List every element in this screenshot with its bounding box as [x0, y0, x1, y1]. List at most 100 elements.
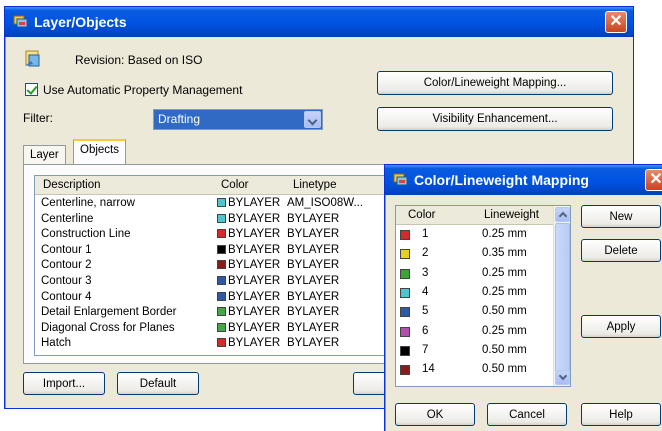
revision-text: Revision: Based on ISO	[75, 53, 203, 67]
delete-button[interactable]: Delete	[581, 239, 661, 262]
color-swatch	[400, 268, 410, 279]
col-mapping-color[interactable]: Color	[408, 209, 435, 221]
row-color-text: BYLAYER	[228, 259, 281, 272]
mapping-color: 2	[422, 247, 429, 260]
row-color: BYLAYER	[217, 306, 280, 318]
mapping-lineweight: 0.25 mm	[482, 228, 527, 240]
mapping-color: 7	[422, 343, 429, 356]
mapping-color: 1	[422, 228, 429, 240]
import-button[interactable]: Import...	[23, 372, 105, 395]
mapping-lineweight: 0.50 mm	[482, 343, 527, 356]
color-lineweight-mapping-button[interactable]: Color/Lineweight Mapping...	[377, 71, 613, 95]
color-swatch	[400, 287, 410, 298]
default-button[interactable]: Default	[117, 372, 199, 395]
color-swatch	[217, 291, 226, 301]
row-linetype: BYLAYER	[287, 275, 340, 287]
row-color-text: BYLAYER	[228, 197, 281, 209]
row-description: Construction Line	[41, 228, 131, 241]
mapping-color: 6	[422, 324, 429, 337]
row-description: Centerline, narrow	[41, 197, 135, 209]
row-color: BYLAYER	[217, 291, 280, 303]
mapping-color: 5	[422, 305, 429, 318]
help-button[interactable]: Help	[581, 403, 661, 426]
mapping-lineweight: 0.35 mm	[482, 247, 527, 260]
auto-property-label[interactable]: Use Automatic Property Management	[43, 83, 242, 97]
color-swatch	[217, 307, 226, 317]
list-item[interactable]: 4 0.25 mm	[396, 285, 553, 300]
row-description: Contour 1	[41, 243, 92, 256]
row-linetype: BYLAYER	[287, 337, 340, 350]
layers-icon	[393, 172, 409, 188]
row-color-text: BYLAYER	[228, 337, 281, 350]
dialog-title: Layer/Objects	[34, 14, 127, 30]
color-lineweight-mapping-dialog: Color/Lineweight Mapping ✕ Color Linewei…	[384, 164, 662, 431]
scroll-thumb[interactable]	[555, 223, 570, 373]
row-linetype: AM_ISO08W...	[287, 197, 364, 209]
mapping-list-header: Color Lineweight	[396, 206, 553, 225]
color-swatch	[217, 213, 226, 223]
scroll-down-icon[interactable]	[555, 370, 570, 385]
mapping-color: 14	[422, 363, 435, 376]
col-mapping-lineweight[interactable]: Lineweight	[484, 209, 539, 221]
mapping-dialog-title: Color/Lineweight Mapping	[414, 172, 589, 188]
new-button[interactable]: New	[581, 205, 661, 228]
list-item[interactable]: 2 0.35 mm	[396, 246, 553, 261]
list-item[interactable]: 14 0.50 mm	[396, 362, 553, 377]
color-swatch	[400, 230, 410, 240]
list-item[interactable]: 6 0.25 mm	[396, 324, 553, 339]
color-swatch	[217, 276, 226, 285]
scroll-up-icon[interactable]	[555, 207, 570, 222]
title-bar-mapping[interactable]: Color/Lineweight Mapping ✕	[385, 165, 662, 195]
title-bar[interactable]: Layer/Objects ✕	[5, 7, 633, 37]
mapping-scrollbar[interactable]	[553, 206, 570, 386]
color-swatch	[217, 260, 226, 270]
close-button[interactable]: ✕	[645, 169, 662, 191]
list-item[interactable]: 5 0.50 mm	[396, 304, 553, 319]
chevron-down-icon[interactable]	[304, 111, 321, 128]
row-color: BYLAYER	[217, 275, 280, 287]
row-linetype: BYLAYER	[287, 212, 340, 225]
mapping-lineweight: 0.25 mm	[482, 324, 527, 337]
row-color-text: BYLAYER	[228, 290, 281, 303]
ok-button[interactable]: OK	[395, 403, 475, 426]
auto-property-checkbox[interactable]	[25, 83, 38, 96]
color-swatch	[217, 338, 226, 348]
tab-layer[interactable]: Layer	[23, 145, 66, 165]
color-swatch	[400, 249, 410, 260]
row-linetype: BYLAYER	[287, 306, 340, 319]
row-color-text: BYLAYER	[228, 228, 281, 241]
row-color: BYLAYER	[217, 228, 280, 240]
cancel-button[interactable]: Cancel	[487, 403, 567, 426]
row-description: Diagonal Cross for Planes	[41, 321, 175, 334]
standard-icon	[23, 49, 43, 69]
col-description[interactable]: Description	[43, 179, 101, 191]
apply-button[interactable]: Apply	[581, 315, 661, 338]
list-item[interactable]: 3 0.25 mm	[396, 266, 553, 281]
list-item[interactable]: 7 0.50 mm	[396, 343, 553, 358]
row-description: Contour 4	[41, 290, 92, 303]
row-description: Contour 3	[41, 275, 92, 287]
row-description: Hatch	[41, 337, 72, 350]
color-swatch	[400, 345, 410, 356]
list-item[interactable]: 1 0.25 mm	[396, 227, 553, 242]
row-color: BYLAYER	[217, 322, 280, 334]
row-color-text: BYLAYER	[228, 243, 281, 256]
row-color: BYLAYER	[217, 244, 280, 256]
mapping-lineweight: 0.50 mm	[482, 305, 527, 318]
visibility-enhancement-button[interactable]: Visibility Enhancement...	[377, 107, 613, 131]
tab-objects[interactable]: Objects	[73, 139, 126, 165]
close-button[interactable]: ✕	[605, 11, 627, 33]
col-color[interactable]: Color	[221, 179, 248, 191]
row-color: BYLAYER	[217, 213, 280, 225]
layers-icon	[13, 14, 29, 30]
color-swatch	[217, 322, 226, 332]
row-color-text: BYLAYER	[228, 306, 281, 319]
col-linetype[interactable]: Linetype	[293, 179, 336, 191]
filter-dropdown[interactable]: Drafting	[153, 109, 323, 130]
row-linetype: BYLAYER	[287, 290, 340, 303]
row-description: Contour 2	[41, 259, 92, 272]
row-description: Centerline	[41, 212, 94, 225]
row-description: Detail Enlargement Border	[41, 306, 177, 319]
row-linetype: BYLAYER	[287, 321, 340, 334]
mapping-list[interactable]: Color Lineweight 1 0.25 mm 2 0.35 mm 3 0.25 m…	[395, 205, 571, 387]
